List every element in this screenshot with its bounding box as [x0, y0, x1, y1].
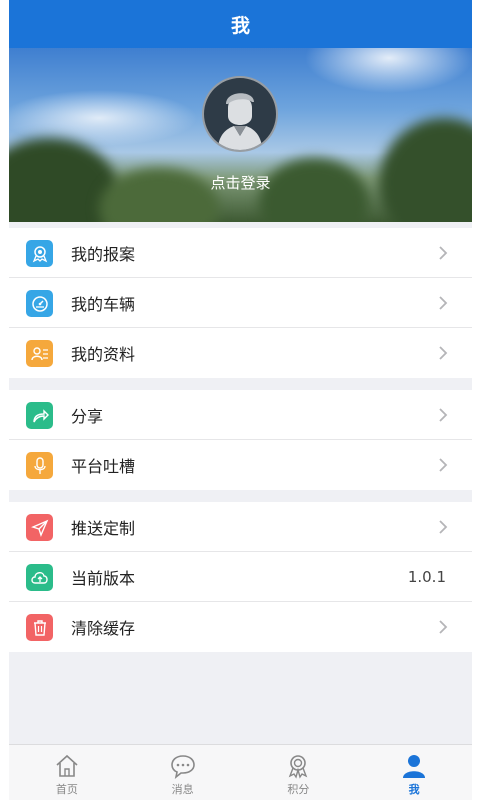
chevron-right-icon: [439, 520, 448, 534]
tab-label: 我: [408, 783, 420, 796]
profile-card-icon: [26, 340, 53, 367]
chevron-right-icon: [439, 246, 448, 260]
login-link[interactable]: 点击登录: [9, 172, 472, 193]
cloud-upload-icon: [26, 564, 53, 591]
app-frame: 我 点击登录 我的报案 我的车辆 我的资料 分享 平台吐槽 推送定制 当前版本 …: [9, 0, 472, 800]
menu-item-label: 我的资料: [71, 345, 136, 364]
menu-item-label: 当前版本: [71, 568, 136, 588]
tab-messages[interactable]: 消息: [125, 745, 241, 800]
badge-icon: [26, 240, 53, 267]
page-title: 我: [230, 14, 250, 37]
menu-item-current-version[interactable]: 当前版本 1.0.1: [9, 552, 472, 602]
avatar[interactable]: [202, 76, 278, 152]
menu-group-social: 分享 平台吐槽: [9, 390, 472, 490]
menu-item-label: 清除缓存: [71, 619, 136, 638]
tab-home[interactable]: 首页: [9, 745, 125, 800]
chevron-right-icon: [439, 346, 448, 360]
menu-item-my-profile[interactable]: 我的资料: [9, 328, 472, 378]
menu-item-label: 平台吐槽: [71, 457, 136, 476]
menu-item-label: 分享: [71, 406, 104, 426]
menu-item-label: 推送定制: [71, 518, 136, 538]
menu-group-personal: 我的报案 我的车辆 我的资料: [9, 228, 472, 378]
speedometer-icon: [26, 290, 53, 317]
chevron-right-icon: [439, 620, 448, 634]
paper-plane-icon: [26, 514, 53, 541]
menu-item-clear-cache[interactable]: 清除缓存: [9, 602, 472, 652]
trash-icon: [26, 614, 53, 641]
tab-label: 首页: [55, 783, 78, 796]
medal-icon: [289, 755, 308, 779]
top-bar: 我: [9, 0, 472, 48]
tab-label: 积分: [287, 783, 310, 796]
profile-banner: 点击登录: [9, 48, 472, 222]
bottom-tab-bar: 首页 消息 积分 我: [9, 744, 472, 800]
home-icon: [56, 754, 78, 777]
menu-group-settings: 推送定制 当前版本 1.0.1 清除缓存: [9, 502, 472, 652]
menu-item-my-vehicles[interactable]: 我的车辆: [9, 278, 472, 328]
tab-me[interactable]: 我: [356, 745, 472, 800]
person-icon: [403, 755, 426, 778]
chevron-right-icon: [439, 296, 448, 310]
microphone-icon: [26, 452, 53, 479]
version-value: 1.0.1: [407, 567, 446, 586]
menu-item-my-reports[interactable]: 我的报案: [9, 228, 472, 278]
menu-item-label: 我的报案: [71, 244, 136, 264]
chevron-right-icon: [439, 458, 448, 472]
menu-item-label: 我的车辆: [71, 294, 136, 314]
menu-item-feedback[interactable]: 平台吐槽: [9, 440, 472, 490]
share-icon: [26, 402, 53, 429]
menu-item-push-settings[interactable]: 推送定制: [9, 502, 472, 552]
menu-item-share[interactable]: 分享: [9, 390, 472, 440]
user-silhouette-icon: [218, 93, 262, 150]
tab-label: 消息: [171, 783, 194, 796]
chat-bubble-icon: [170, 755, 195, 779]
chevron-right-icon: [439, 408, 448, 422]
tab-points[interactable]: 积分: [241, 745, 357, 800]
